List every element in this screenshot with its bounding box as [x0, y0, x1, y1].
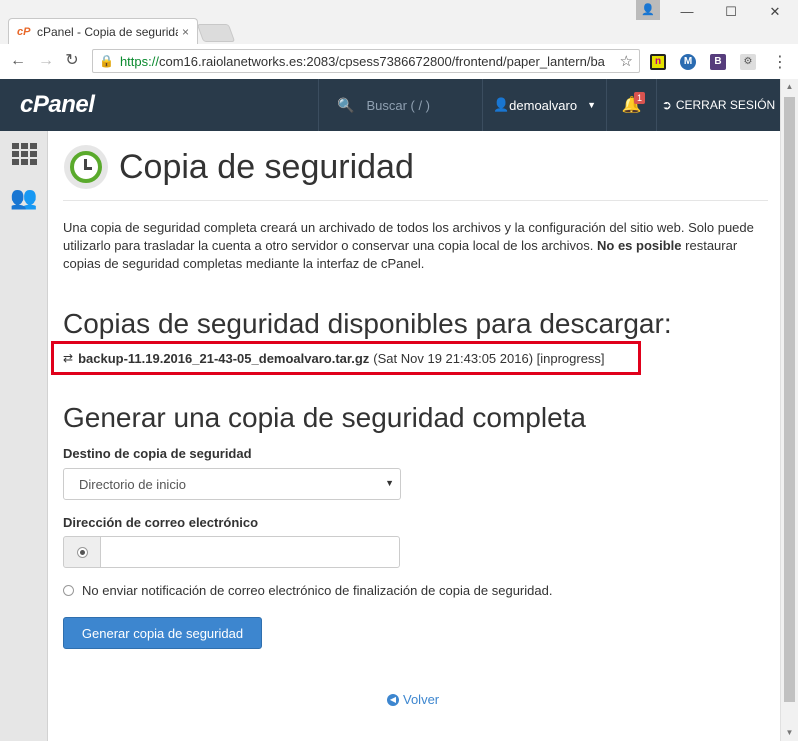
- forward-arrow-icon[interactable]: →: [36, 52, 56, 70]
- window-close-icon[interactable]: ✕: [760, 4, 790, 20]
- email-radio-addon[interactable]: [63, 536, 101, 568]
- logout-button[interactable]: ➲ CERRAR SESIÓN: [656, 79, 780, 131]
- no-email-label: No enviar notificación de correo electró…: [82, 583, 553, 598]
- notification-badge: 1: [634, 92, 646, 104]
- search-placeholder: Buscar ( / ): [366, 97, 431, 113]
- no-email-option[interactable]: No enviar notificación de correo electró…: [63, 583, 552, 598]
- left-sidebar: 👥: [0, 131, 48, 741]
- email-radio[interactable]: [76, 546, 88, 558]
- transfer-arrows-icon: ⇄: [63, 351, 74, 365]
- new-tab-button[interactable]: [196, 24, 236, 42]
- cpanel-favicon-icon: cP: [17, 25, 31, 38]
- backup-file-link[interactable]: backup-11.19.2016_21-43-05_demoalvaro.ta…: [78, 351, 369, 366]
- notifications-button[interactable]: 🔔 1: [606, 79, 656, 131]
- destination-selected-value: Directorio de inicio: [79, 476, 186, 492]
- logout-icon: ➲: [661, 98, 672, 112]
- home-grid-icon[interactable]: [10, 141, 38, 167]
- page-scrollbar[interactable]: ▲ ▼: [780, 79, 798, 741]
- user-icon: 👤: [492, 97, 510, 112]
- arrow-left-circle-icon: ◀: [387, 693, 399, 706]
- page-header: Copia de seguridad: [63, 141, 768, 201]
- reload-icon[interactable]: ↻: [62, 52, 82, 70]
- logout-label: CERRAR SESIÓN: [675, 98, 776, 112]
- scroll-down-icon[interactable]: ▼: [781, 725, 798, 741]
- intro-bold: No es posible: [597, 238, 682, 253]
- email-field[interactable]: [100, 536, 400, 568]
- browser-titlebar: cP cPanel - Copia de segurida × 👤 — ☐ ✕: [0, 0, 798, 44]
- back-link-label: Volver: [403, 692, 440, 707]
- browser-menu-icon[interactable]: ⋮: [772, 52, 788, 72]
- intro-text: Una copia de seguridad completa creará u…: [63, 220, 754, 271]
- search-box[interactable]: 🔍 Buscar ( / ): [318, 79, 482, 131]
- destination-label: Destino de copia de seguridad: [63, 446, 252, 461]
- bookmark-star-icon[interactable]: ☆: [615, 52, 633, 70]
- destination-select[interactable]: Directorio de inicio ▼: [63, 468, 401, 500]
- tab-title: cPanel - Copia de segurida: [37, 24, 178, 39]
- cpanel-header: cPanel 🔍 Buscar ( / ) 👤 demoalvaro ▼ 🔔 1…: [0, 79, 780, 131]
- generate-backup-heading: Generar una copia de seguridad completa: [63, 402, 587, 433]
- browser-toolbar: ← → ↻ 🔒 https:// com16.raiolanetworks.es…: [0, 44, 798, 78]
- extension-m-icon[interactable]: M: [680, 54, 696, 70]
- backup-file-highlight: ⇄ backup-11.19.2016_21-43-05_demoalvaro.…: [51, 341, 641, 375]
- address-bar[interactable]: 🔒 https:// com16.raiolanetworks.es:2083/…: [92, 49, 640, 73]
- users-icon[interactable]: 👥: [10, 185, 38, 211]
- back-arrow-icon[interactable]: ←: [8, 52, 28, 70]
- backup-file-meta: (Sat Nov 19 21:43:05 2016) [inprogress]: [373, 350, 605, 366]
- browser-tab[interactable]: cP cPanel - Copia de segurida ×: [8, 18, 198, 44]
- extension-b-icon[interactable]: B: [710, 54, 726, 70]
- scroll-up-icon[interactable]: ▲: [781, 79, 798, 95]
- chevron-down-icon: ▼: [587, 100, 597, 110]
- username: demoalvaro: [509, 97, 578, 113]
- page-title: Copia de seguridad: [119, 148, 414, 186]
- user-menu[interactable]: 👤 demoalvaro ▼: [482, 79, 606, 131]
- scrollbar-thumb[interactable]: [784, 97, 795, 702]
- cpanel-logo[interactable]: cPanel: [20, 91, 95, 119]
- email-input-group: [63, 536, 400, 568]
- browser-chrome: cP cPanel - Copia de segurida × 👤 — ☐ ✕ …: [0, 0, 798, 78]
- url-scheme: https://: [119, 53, 159, 69]
- search-icon: 🔍: [337, 96, 355, 113]
- backup-clock-icon: [64, 145, 108, 189]
- email-label: Dirección de correo electrónico: [63, 515, 259, 530]
- lock-icon: 🔒: [99, 54, 114, 68]
- profile-icon[interactable]: 👤: [636, 0, 660, 20]
- available-backups-heading: Copias de seguridad disponibles para des…: [63, 308, 672, 339]
- minimize-icon[interactable]: —: [672, 4, 702, 19]
- maximize-icon[interactable]: ☐: [716, 4, 746, 20]
- generate-backup-button[interactable]: Generar copia de seguridad: [63, 617, 262, 649]
- extension-n-icon[interactable]: n: [650, 54, 666, 70]
- url-path: com16.raiolanetworks.es:2083/cpsess73866…: [158, 53, 605, 69]
- extension-gear-icon[interactable]: ⚙: [740, 54, 756, 70]
- chevron-down-icon: ▼: [385, 478, 394, 488]
- tab-close-icon[interactable]: ×: [182, 25, 189, 39]
- back-link[interactable]: ◀ Volver: [387, 692, 439, 707]
- no-email-radio[interactable]: [63, 585, 74, 596]
